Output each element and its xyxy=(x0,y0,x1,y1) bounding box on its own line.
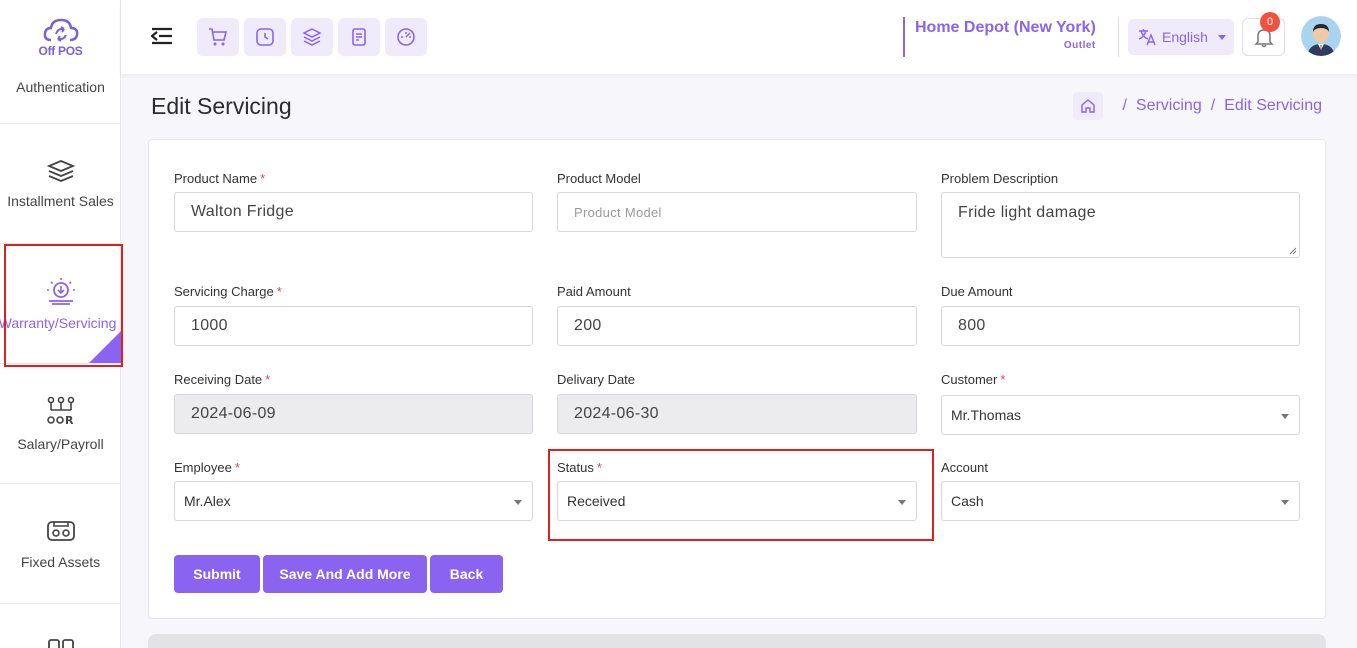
store-type: Outlet xyxy=(1063,40,1096,51)
sidebar: Off POS Authentication Installment Sales… xyxy=(0,0,121,648)
breadcrumb-separator: / xyxy=(1210,97,1216,114)
fixed-assets-icon xyxy=(46,520,75,541)
next-item-icon xyxy=(47,639,74,648)
app-logo[interactable]: Off POS xyxy=(0,0,121,74)
breadcrumb-home[interactable] xyxy=(1073,92,1104,120)
servicing-charge-input[interactable]: 1000 xyxy=(174,306,533,346)
delivery-date-label: Delivary Date xyxy=(557,372,636,387)
breadcrumb-current: Edit Servicing xyxy=(1224,97,1322,114)
user-avatar-icon xyxy=(1301,16,1341,56)
problem-description-value: Fride light damage xyxy=(958,204,1096,221)
chevron-down-icon xyxy=(1281,414,1289,419)
quick-action-dashboard[interactable] xyxy=(385,18,427,56)
page-title: Edit Servicing xyxy=(151,93,292,119)
dashboard-icon xyxy=(397,28,415,46)
sidebar-item-salary-payroll[interactable]: R Salary/Payroll xyxy=(0,364,121,484)
home-icon xyxy=(1081,99,1096,113)
delivery-date-input[interactable]: 2024-06-30 xyxy=(557,394,917,434)
active-corner-marker xyxy=(89,331,121,363)
top-header: Home Depot (New York) Outlet English 0 xyxy=(121,0,1357,74)
receiving-date-label: Receiving Date * xyxy=(174,372,271,387)
employee-select[interactable]: Mr.Alex xyxy=(174,481,533,521)
sidebar-item-label: Authentication xyxy=(16,79,105,95)
sidebar-item-label: Salary/Payroll xyxy=(17,435,104,452)
servicing-charge-label: Servicing Charge * xyxy=(174,284,282,299)
logo-text: Off POS xyxy=(38,44,83,58)
product-model-input[interactable]: Product Model xyxy=(557,192,917,232)
quick-action-receipt[interactable] xyxy=(338,18,380,56)
sidebar-item-label: Fixed Assets xyxy=(20,553,101,570)
language-label: English xyxy=(1162,29,1208,45)
quick-action-layers[interactable] xyxy=(291,18,333,56)
breadcrumb-servicing[interactable]: Servicing xyxy=(1136,97,1202,115)
customer-label: Customer * xyxy=(941,372,1006,387)
cart-icon xyxy=(209,28,228,46)
notification-badge: 0 xyxy=(1260,12,1280,32)
status-select[interactable]: Received xyxy=(557,481,917,521)
due-amount-label: Due Amount xyxy=(941,284,1013,299)
payroll-icon: R xyxy=(46,396,74,426)
account-select[interactable]: Cash xyxy=(941,481,1300,521)
store-selector[interactable]: Home Depot (New York) Outlet xyxy=(903,17,1096,57)
quick-action-cart[interactable] xyxy=(197,18,239,56)
breadcrumb: / Servicing / Edit Servicing xyxy=(1073,92,1322,120)
store-name: Home Depot (New York) xyxy=(915,19,1096,36)
header-divider xyxy=(1118,17,1119,57)
product-model-label: Product Model xyxy=(557,171,641,186)
chevron-down-icon xyxy=(898,500,906,505)
status-value: Received xyxy=(567,493,626,509)
paid-amount-input[interactable]: 200 xyxy=(557,306,917,346)
secondary-card xyxy=(148,634,1326,648)
sidebar-item-fixed-assets[interactable]: Fixed Assets xyxy=(0,484,121,604)
paid-amount-label: Paid Amount xyxy=(557,284,631,299)
layers-icon xyxy=(302,28,322,46)
sidebar-item-label: Warranty/Servicing xyxy=(0,314,117,331)
receipt-icon xyxy=(352,28,366,46)
sidebar-item-label: Installment Sales xyxy=(7,192,114,209)
due-amount-input[interactable]: 800 xyxy=(941,306,1300,346)
quick-action-clock[interactable] xyxy=(244,18,286,56)
sidebar-item-authentication[interactable]: Authentication xyxy=(0,74,121,124)
menu-collapse-icon[interactable] xyxy=(151,26,173,46)
layers-icon xyxy=(46,159,75,182)
receiving-date-input[interactable]: 2024-06-09 xyxy=(174,394,533,434)
resize-handle-icon[interactable] xyxy=(1289,247,1297,255)
sidebar-item-warranty-servicing[interactable]: Warranty/Servicing xyxy=(0,244,121,364)
customer-select[interactable]: Mr.Thomas xyxy=(941,395,1300,435)
user-avatar[interactable] xyxy=(1301,16,1341,56)
breadcrumb-separator: / xyxy=(1122,97,1127,114)
problem-description-textarea[interactable]: Fride light damage xyxy=(941,192,1300,258)
product-name-input[interactable]: Walton Fridge xyxy=(174,192,533,232)
clock-icon xyxy=(256,28,274,46)
chevron-down-icon xyxy=(514,500,522,505)
back-button[interactable]: Back xyxy=(430,555,503,593)
employee-value: Mr.Alex xyxy=(184,493,231,509)
sidebar-item-next[interactable] xyxy=(0,604,121,648)
translate-icon xyxy=(1138,29,1156,46)
sidebar-item-installment-sales[interactable]: Installment Sales xyxy=(0,124,121,244)
svg-text:R: R xyxy=(65,414,74,426)
save-and-add-more-button[interactable]: Save And Add More xyxy=(263,555,427,593)
account-value: Cash xyxy=(951,493,984,509)
employee-label: Employee * xyxy=(174,460,240,475)
servicing-icon xyxy=(46,277,75,305)
customer-value: Mr.Thomas xyxy=(951,407,1022,423)
logo-cloud-icon xyxy=(43,18,78,42)
product-name-label: Product Name * xyxy=(174,171,266,186)
submit-button[interactable]: Submit xyxy=(174,555,260,593)
language-selector[interactable]: English xyxy=(1128,19,1234,55)
chevron-down-icon xyxy=(1217,34,1226,40)
problem-description-label: Problem Description xyxy=(941,171,1059,186)
chevron-down-icon xyxy=(1281,500,1289,505)
account-label: Account xyxy=(941,460,988,475)
status-label: Status * xyxy=(557,460,602,475)
